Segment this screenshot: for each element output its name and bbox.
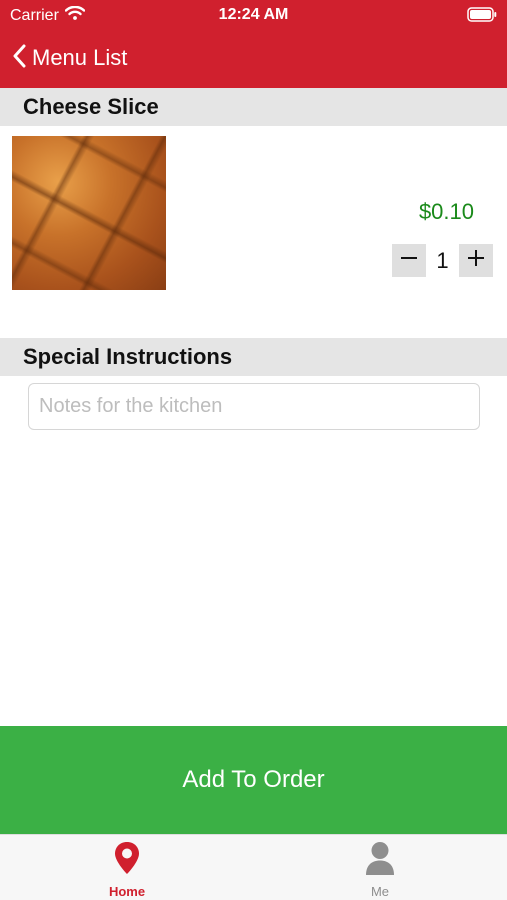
back-button-label: Menu List [32,45,128,70]
navigation-bar: Menu List [0,40,127,76]
back-button[interactable]: Menu List [0,44,127,73]
status-time: 12:24 AM [218,6,289,23]
tab-me-label: Me [370,884,390,899]
tab-home-label: Home [108,884,146,899]
item-price: $0.10 [418,199,474,224]
tab-me[interactable]: Me [320,841,440,899]
tab-home[interactable]: Home [67,841,187,899]
map-pin-icon [113,841,141,880]
chevron-left-icon [12,44,26,73]
user-icon [365,841,395,880]
increment-button[interactable] [459,244,493,277]
app-header: Carrier 12:24 AM Menu List [0,0,507,88]
special-instructions-header: Special Instructions [0,338,507,376]
plus-icon [467,249,485,272]
status-bar: Carrier 12:24 AM [0,0,507,32]
item-name-header: Cheese Slice [0,88,507,126]
kitchen-notes-input[interactable] [28,383,480,430]
tab-bar: Home Me [0,834,507,900]
item-photo [12,136,166,290]
quantity-value: 1 [436,247,449,273]
quantity-stepper: 1 [392,244,493,277]
battery-icon [467,7,497,27]
decrement-button[interactable] [392,244,426,277]
add-to-order-button[interactable]: Add To Order [0,726,507,834]
minus-icon [400,249,418,272]
